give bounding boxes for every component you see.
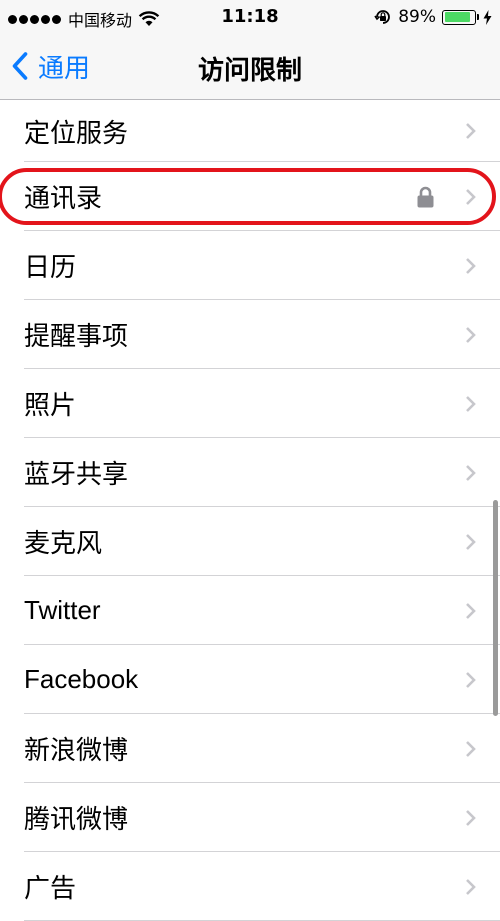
chevron-right-icon <box>466 123 476 139</box>
row-label: 提醒事项 <box>24 321 129 351</box>
list-item-reminders[interactable]: 提醒事项 <box>0 300 500 369</box>
battery-percent: 89% <box>398 7 436 27</box>
chevron-right-icon <box>466 257 476 274</box>
chevron-right-icon <box>466 326 476 343</box>
row-label: 麦克风 <box>24 528 103 558</box>
page-title: 访问限制 <box>197 56 302 86</box>
row-label: 日历 <box>24 252 77 282</box>
list-item-tencent-weibo[interactable]: 腾讯微博 <box>0 783 500 852</box>
row-label: 照片 <box>24 390 77 420</box>
list-item-sina-weibo[interactable]: 新浪微博 <box>0 714 500 783</box>
row-label: 蓝牙共享 <box>24 459 129 489</box>
row-label: Facebook <box>24 664 139 694</box>
chevron-right-icon <box>466 809 476 826</box>
chevron-right-icon <box>466 188 476 205</box>
list-item-calendars[interactable]: 日历 <box>0 231 500 300</box>
scrollbar[interactable] <box>493 500 498 716</box>
chevron-right-icon <box>466 533 476 550</box>
chevron-right-icon <box>466 740 476 757</box>
chevron-right-icon <box>466 671 476 688</box>
row-label: 广告 <box>24 873 77 903</box>
list-item-location-services[interactable]: 定位服务 <box>0 100 500 162</box>
row-label: 定位服务 <box>24 117 129 148</box>
list-item-twitter[interactable]: Twitter <box>0 576 500 645</box>
list-item-microphone[interactable]: 麦克风 <box>0 507 500 576</box>
rotation-lock-icon <box>374 10 391 24</box>
restrictions-list: 定位服务 通讯录 日历 提醒事项 照片 蓝牙共享 麦克风 Twitter Fac… <box>0 100 500 921</box>
chevron-right-icon <box>466 878 476 895</box>
row-label: 通讯录 <box>24 183 103 213</box>
list-item-advertising[interactable]: 广告 <box>0 852 500 921</box>
chevron-right-icon <box>466 602 476 619</box>
row-label: 新浪微博 <box>24 735 129 765</box>
row-label: 腾讯微博 <box>24 804 129 834</box>
list-item-contacts[interactable]: 通讯录 <box>0 162 500 231</box>
battery-icon <box>442 9 476 25</box>
chevron-right-icon <box>466 464 476 481</box>
lock-icon <box>417 186 434 207</box>
chevron-right-icon <box>466 395 476 412</box>
list-item-bluetooth-sharing[interactable]: 蓝牙共享 <box>0 438 500 507</box>
navigation-bar: 通用 访问限制 <box>0 34 500 100</box>
list-item-facebook[interactable]: Facebook <box>0 645 500 714</box>
row-label: Twitter <box>24 595 101 625</box>
charging-bolt-icon <box>483 9 492 25</box>
status-bar: 中国移动 11:18 89% <box>0 0 500 34</box>
list-item-photos[interactable]: 照片 <box>0 369 500 438</box>
